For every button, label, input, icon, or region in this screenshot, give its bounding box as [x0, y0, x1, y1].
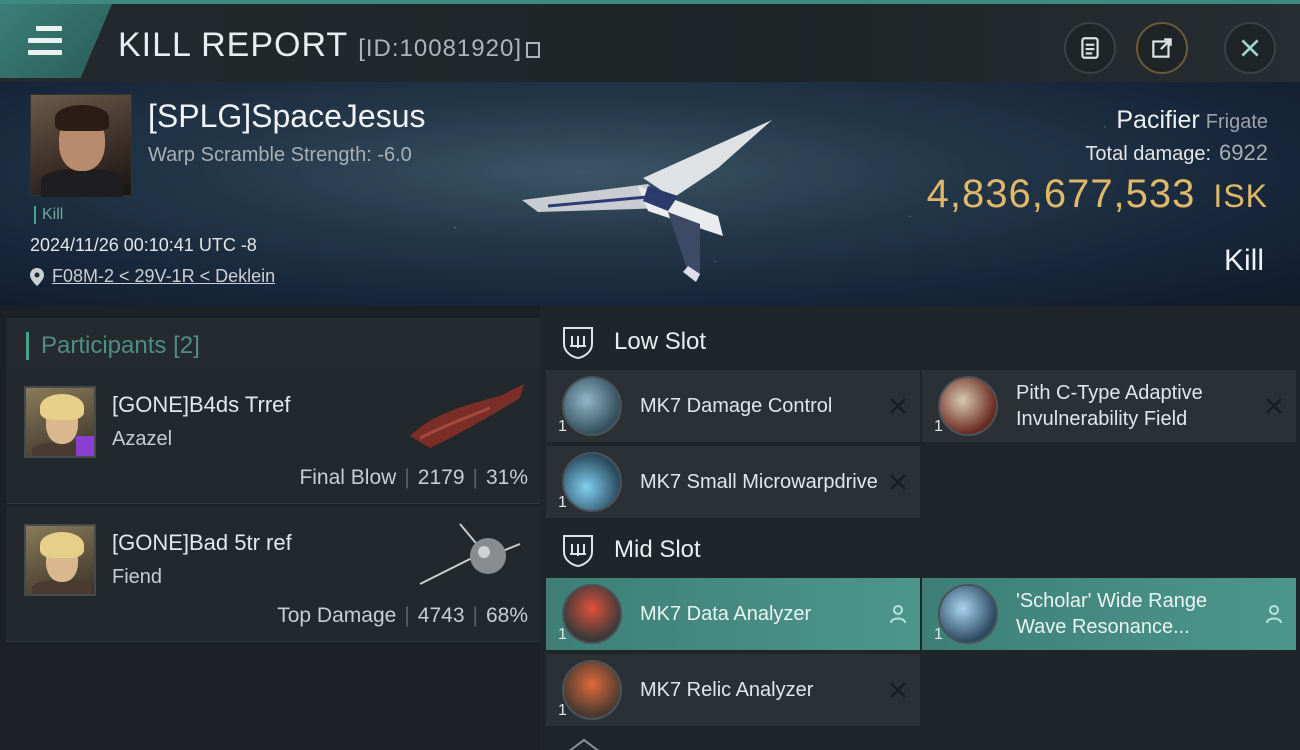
ship-render-fiend [419, 523, 521, 585]
participant-stats: Top Damage | 4743 | 68% [277, 604, 528, 627]
person-icon[interactable] [888, 604, 908, 624]
module-slot[interactable]: 1 MK7 Small Microwarpdrive [546, 446, 920, 518]
copy-icon[interactable] [526, 42, 540, 58]
participant-damage: 2179 [417, 466, 465, 489]
module-slot[interactable]: 1 'Scholar' Wide Range Wave Resonance... [922, 578, 1296, 650]
invulnerability-field-icon [938, 376, 998, 436]
low-slot-header: Low Slot [546, 314, 1300, 370]
participant-name[interactable]: [GONE]B4ds Trref [112, 392, 291, 418]
total-damage-label: Total damage: [1085, 143, 1212, 165]
warp-scramble-strength: Warp Scramble Strength: -6.0 [148, 144, 412, 166]
isk-amount: 4,836,677,533 [926, 172, 1196, 216]
clipboard-button[interactable] [1064, 22, 1116, 74]
ship-class: Frigate [1205, 111, 1268, 133]
participant-percent: 68% [485, 604, 528, 627]
low-slot-label: Low Slot [614, 328, 707, 355]
clipboard-icon [1081, 37, 1099, 59]
module-quantity: 1 [558, 494, 567, 511]
participant-row[interactable]: [GONE]Bad 5tr ref Fiend Top Damage | 4743 |… [6, 506, 540, 642]
avatar[interactable] [24, 386, 96, 458]
close-icon [1241, 39, 1259, 57]
module-quantity: 1 [558, 626, 567, 643]
victim-summary: [SPLG]SpaceJesus Warp Scramble Strength:… [0, 82, 1300, 306]
module-name: MK7 Relic Analyzer [640, 679, 814, 701]
page-title: KILL REPORT [ID:10081920] [118, 26, 540, 65]
mid-slot-label: Mid Slot [614, 536, 701, 563]
isk-unit: ISK [1213, 178, 1268, 214]
hamburger-icon [28, 26, 62, 62]
high-slot-icon [569, 738, 599, 750]
location-link[interactable]: F08M-2 < 29V-1R < Deklein [52, 266, 275, 287]
participant-stats: Final Blow | 2179 | 31% [299, 466, 528, 489]
share-icon [1152, 38, 1172, 58]
share-button[interactable] [1136, 22, 1188, 74]
module-slot[interactable]: 1 Pith C-Type Adaptive Invulnerability F… [922, 370, 1296, 442]
data-analyzer-icon [562, 584, 622, 644]
module-name: 'Scholar' Wide Range Wave Resonance... [1016, 590, 1208, 638]
avatar[interactable] [24, 524, 96, 596]
victim-name[interactable]: [SPLG]SpaceJesus [148, 98, 425, 135]
ship-name: Pacifier Frigate [1116, 106, 1268, 135]
participants-count: [2] [173, 332, 200, 359]
kill-result: Kill [1223, 244, 1264, 277]
participant-row[interactable]: [GONE]B4ds Trref Azazel Final Blow | 2179 |… [6, 368, 540, 504]
module-slot[interactable]: 1 MK7 Relic Analyzer [546, 654, 920, 726]
person-icon[interactable] [1264, 604, 1284, 624]
participant-ship: Azazel [112, 428, 173, 450]
victim-portrait[interactable] [30, 94, 132, 197]
ship-type: Pacifier [1116, 106, 1200, 134]
close-icon[interactable] [1264, 396, 1284, 416]
module-quantity: 1 [934, 418, 943, 435]
participant-ship: Fiend [112, 566, 163, 588]
title-text: KILL REPORT [118, 26, 349, 64]
module-quantity: 1 [558, 418, 567, 435]
close-button[interactable] [1224, 22, 1276, 74]
total-damage-value: 6922 [1219, 140, 1268, 165]
participant-role: Top Damage [277, 604, 397, 627]
participant-role: Final Blow [299, 466, 397, 489]
scanner-icon [938, 584, 998, 644]
relic-analyzer-icon [562, 660, 622, 720]
close-icon[interactable] [888, 680, 908, 700]
participant-percent: 31% [485, 466, 528, 489]
report-id: [ID:10081920] [358, 35, 522, 62]
module-name: MK7 Damage Control [640, 395, 833, 417]
participants-header: Participants [2] [6, 318, 540, 372]
module-name: Pith C-Type Adaptive Invulnerability Fie… [1016, 382, 1203, 430]
participants-panel: Participants [2] [GONE]B4ds Trref Azazel… [0, 306, 540, 750]
close-icon[interactable] [888, 396, 908, 416]
kill-tag: Kill [34, 206, 63, 224]
kill-datetime: 2024/11/26 00:10:41 UTC -8 [30, 235, 257, 255]
low-slot-icon [563, 327, 593, 360]
location-pin-icon [30, 267, 44, 286]
microwarpdrive-icon [562, 452, 622, 512]
close-icon[interactable] [888, 472, 908, 492]
top-bar: KILL REPORT [ID:10081920] [0, 0, 1300, 82]
module-slot[interactable]: 1 MK7 Damage Control [546, 370, 920, 442]
participant-damage: 4743 [417, 604, 465, 627]
isk-value: 4,836,677,533 ISK [927, 172, 1268, 217]
ship-render-azazel [410, 384, 524, 448]
kill-location[interactable]: F08M-2 < 29V-1R < Deklein [30, 266, 275, 287]
menu-button[interactable] [0, 4, 112, 78]
fitting-panel: Low Slot 1 MK7 Damage Control 1 Pith C-T… [540, 306, 1300, 750]
module-quantity: 1 [934, 626, 943, 643]
participants-label: Participants [2] [26, 332, 200, 360]
mid-slot-icon [563, 535, 593, 568]
participant-name[interactable]: [GONE]Bad 5tr ref [112, 530, 292, 556]
module-name: MK7 Data Analyzer [640, 603, 812, 625]
total-damage: Total damage: 6922 [1085, 140, 1268, 166]
damage-control-icon [562, 376, 622, 436]
module-name: MK7 Small Microwarpdrive [640, 471, 878, 493]
module-quantity: 1 [558, 702, 567, 719]
ship-render [522, 120, 772, 282]
mid-slot-header: Mid Slot [546, 522, 1300, 578]
corp-badge-icon [76, 436, 94, 456]
module-slot[interactable]: 1 MK7 Data Analyzer [546, 578, 920, 650]
